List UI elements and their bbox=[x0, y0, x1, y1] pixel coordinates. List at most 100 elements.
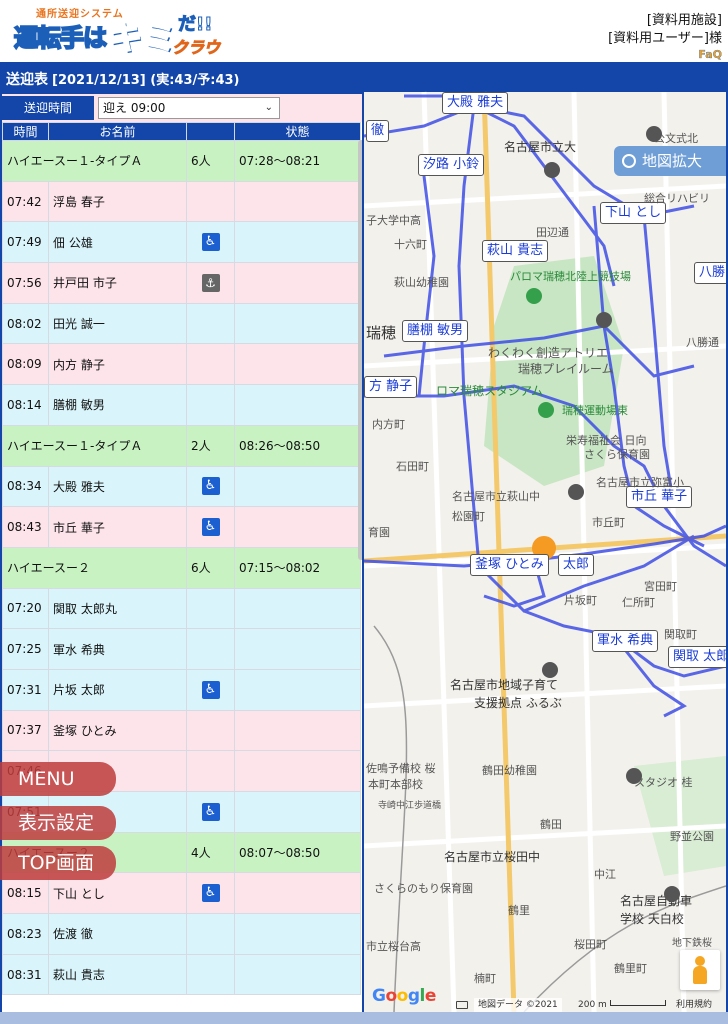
col-header-time: 時間 bbox=[2, 122, 49, 141]
vehicle-group-row[interactable]: ハイエースー１-タイプＡ 6人 07:28〜08:21 bbox=[2, 140, 361, 182]
map-label: 地下鉄桜 bbox=[672, 938, 712, 949]
passenger-row[interactable]: 08:31 萩山 貴志 bbox=[2, 953, 361, 996]
map-tag-shioji[interactable]: 汐路 小鈴 bbox=[418, 154, 485, 176]
map-attribution[interactable]: 地図データ ©2021 bbox=[474, 998, 562, 1012]
place-pin-icon bbox=[596, 312, 612, 328]
place-pin-icon bbox=[664, 886, 680, 902]
pickup-time: 07:31 bbox=[2, 668, 49, 711]
pickup-time: 07:49 bbox=[2, 221, 49, 264]
place-pin-icon bbox=[568, 484, 584, 500]
status-cell bbox=[234, 628, 361, 670]
panel-title-bar: 送迎表 [2021/12/13] (実:43/予:43) bbox=[2, 66, 362, 94]
pickup-time: 08:34 bbox=[2, 465, 49, 508]
passenger-row[interactable]: 07:49 佃 公雄 ♿ bbox=[2, 221, 361, 264]
mobility-cell bbox=[186, 913, 235, 955]
logo-main-text: 運転手は bbox=[13, 23, 108, 53]
map-label: 鶴里町 bbox=[614, 962, 647, 975]
passenger-row[interactable]: 07:31 片坂 太郎 ♿ bbox=[2, 668, 361, 711]
map-label: 名古屋市地域子育て bbox=[450, 678, 559, 692]
passenger-name: 大殿 雅夫 bbox=[48, 465, 187, 508]
wheelchair-icon: ♿ bbox=[201, 477, 220, 496]
map-label: 瑞穂運動場東 bbox=[562, 404, 628, 417]
map-terms-link[interactable]: 利用規約 bbox=[676, 998, 712, 1012]
map-label: 野並公園 bbox=[670, 830, 714, 843]
passenger-row[interactable]: 07:25 軍水 希典 bbox=[2, 628, 361, 670]
display-settings-button[interactable]: 表示設定 bbox=[0, 806, 116, 840]
pickup-time: 07:37 bbox=[2, 709, 49, 752]
map-zoom-button[interactable]: 地図拡大 bbox=[614, 146, 726, 176]
street-view-pegman-icon[interactable] bbox=[680, 950, 720, 990]
map-label: 桜田町 bbox=[574, 938, 607, 951]
map-tag-gunsui[interactable]: 軍水 希典 bbox=[592, 630, 659, 652]
passenger-row[interactable]: 07:42 浮島 春子 bbox=[2, 180, 361, 223]
app-root: 通所送迎システム 運転手は キミ だ!! クラウド [資料用施設] [資料用ユー… bbox=[0, 0, 728, 1024]
wheelchair-icon: ♿ bbox=[201, 518, 220, 537]
passenger-name: 佐渡 徹 bbox=[48, 913, 187, 955]
map-label: 寺崎中江歩道橋 bbox=[378, 801, 442, 811]
map-tag-hassho[interactable]: 八勝 bbox=[694, 262, 726, 284]
pickup-time: 08:43 bbox=[2, 506, 49, 548]
map-label: 八勝通 bbox=[686, 336, 719, 349]
table-header-row: 時間 お名前 状態 bbox=[2, 122, 361, 141]
passenger-row[interactable]: 08:43 市丘 華子 ♿ bbox=[2, 506, 361, 548]
time-select-value: 迎え 09:00 bbox=[103, 101, 166, 115]
map-tag-kamatsuka[interactable]: 釜塚 ひとみ bbox=[470, 554, 549, 576]
header: 通所送迎システム 運転手は キミ だ!! クラウド [資料用施設] [資料用ユー… bbox=[0, 0, 728, 82]
search-icon bbox=[622, 154, 636, 168]
map-tag-zentana[interactable]: 膳棚 敏男 bbox=[402, 320, 469, 342]
pickup-time: 08:31 bbox=[2, 953, 49, 996]
route-map[interactable]: 地図拡大 大殿 雅夫 徹 汐路 小鈴 下山 とし 萩山 貴志 八勝 膳棚 敏男 … bbox=[364, 66, 726, 1012]
mobility-cell bbox=[186, 628, 235, 670]
col-header-status: 状態 bbox=[234, 122, 361, 141]
map-tag-sekitori[interactable]: 関取 太郎 bbox=[668, 646, 726, 668]
map-tag-hagiyama[interactable]: 萩山 貴志 bbox=[482, 240, 549, 262]
user-name: [資料用ユーザー]様 bbox=[608, 31, 722, 46]
map-tag-sado[interactable]: 徹 bbox=[366, 120, 390, 142]
mobility-cell bbox=[186, 343, 235, 386]
mobility-cell bbox=[186, 750, 235, 792]
passenger-name: 市丘 華子 bbox=[48, 506, 187, 548]
status-cell bbox=[234, 668, 361, 711]
map-label: 中江 bbox=[594, 868, 616, 881]
passenger-row[interactable]: 08:34 大殿 雅夫 ♿ bbox=[2, 465, 361, 508]
faq-link[interactable]: FaQ bbox=[698, 48, 722, 61]
passenger-row[interactable]: 08:14 膳棚 敏男 bbox=[2, 384, 361, 426]
time-select[interactable]: 迎え 09:00 ⌄ bbox=[98, 97, 280, 119]
map-tag-oodono[interactable]: 大殿 雅夫 bbox=[442, 92, 509, 114]
app-logo[interactable]: 通所送迎システム 運転手は キミ だ!! クラウド bbox=[6, 4, 232, 82]
place-pin-icon bbox=[646, 126, 662, 142]
map-label: 宮田町 bbox=[644, 580, 677, 593]
pickup-time: 08:23 bbox=[2, 913, 49, 955]
menu-button[interactable]: MENU bbox=[0, 762, 116, 796]
map-tag-uchikata[interactable]: 方 静子 bbox=[364, 376, 418, 398]
map-label: 子大学中高 bbox=[366, 214, 421, 227]
pickup-time: 08:09 bbox=[2, 343, 49, 386]
passenger-row[interactable]: 08:09 内方 静子 bbox=[2, 343, 361, 386]
passenger-row[interactable]: 08:02 田光 誠一 bbox=[2, 302, 361, 345]
walker-icon: ⚓ bbox=[201, 273, 220, 292]
map-tag-taro[interactable]: 太郎 bbox=[558, 554, 595, 576]
park-pin-icon bbox=[538, 402, 554, 418]
keyboard-icon[interactable] bbox=[456, 1001, 468, 1009]
vehicle-group-row[interactable]: ハイエースー１-タイプＡ 2人 08:26〜08:50 bbox=[2, 424, 361, 467]
passenger-row[interactable]: 08:23 佐渡 徹 bbox=[2, 913, 361, 955]
passenger-name: 佃 公雄 bbox=[48, 221, 187, 264]
map-scale-label: 200 m bbox=[578, 1000, 607, 1010]
mobility-cell: ♿ bbox=[186, 465, 235, 508]
passenger-row[interactable]: 07:56 井戸田 市子 ⚓ bbox=[2, 262, 361, 304]
map-label: 鶴田 bbox=[540, 818, 562, 831]
pickup-time: 07:56 bbox=[2, 262, 49, 304]
route-time-range: 07:28〜08:21 bbox=[234, 140, 361, 182]
map-zoom-label: 地図拡大 bbox=[642, 152, 703, 170]
scrollbar-thumb[interactable] bbox=[358, 140, 362, 560]
vehicle-group-row[interactable]: ハイエースー２ 6人 07:15〜08:02 bbox=[2, 546, 361, 589]
status-cell bbox=[234, 343, 361, 386]
passenger-count: 4人 bbox=[186, 831, 235, 874]
status-cell bbox=[234, 262, 361, 304]
mobility-cell: ♿ bbox=[186, 221, 235, 264]
passenger-name: 萩山 貴志 bbox=[48, 953, 187, 996]
passenger-name: 浮島 春子 bbox=[48, 180, 187, 223]
top-page-button[interactable]: TOP画面 bbox=[0, 846, 116, 880]
passenger-row[interactable]: 07:37 釜塚 ひとみ bbox=[2, 709, 361, 752]
passenger-row[interactable]: 07:20 関取 太郎丸 bbox=[2, 587, 361, 630]
